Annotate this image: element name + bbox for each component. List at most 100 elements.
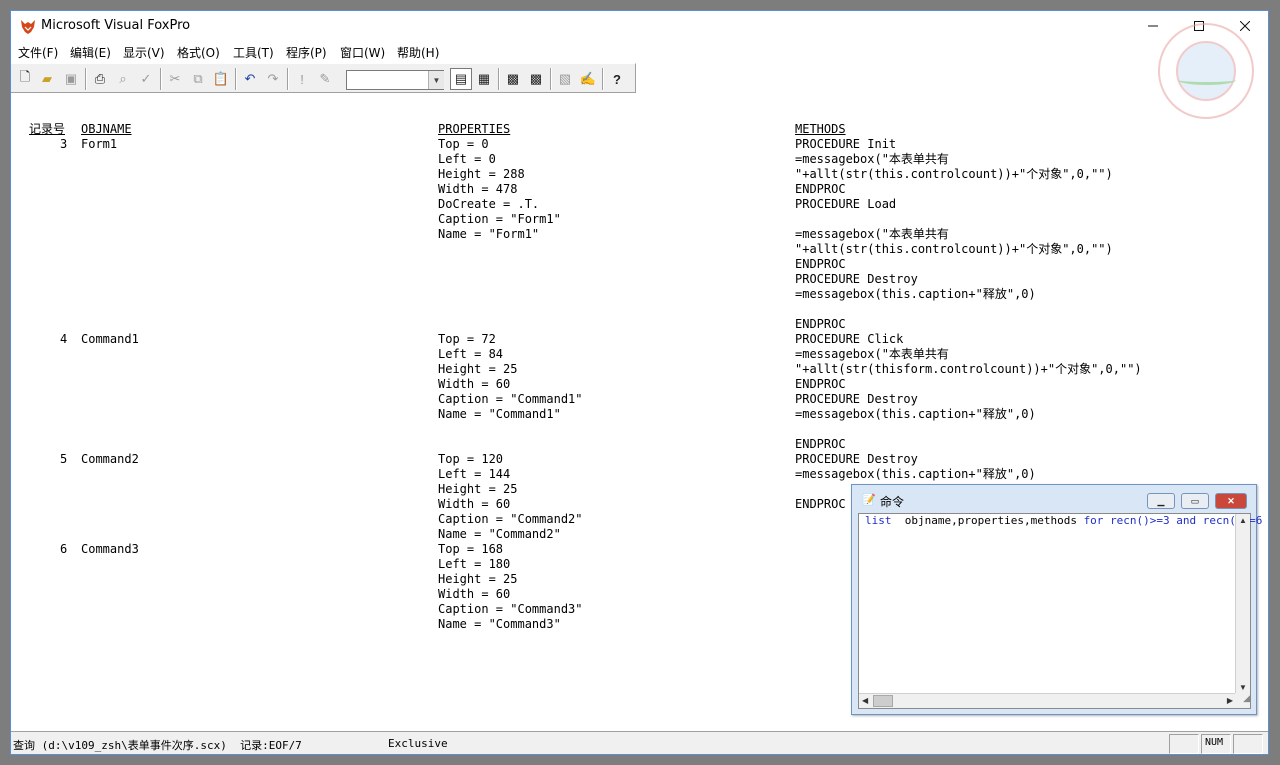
status-panel [1169,734,1199,754]
row-recno: 5 [60,452,68,466]
title-bar[interactable]: Microsoft Visual FoxPro [11,11,1268,41]
menu-format[interactable]: 格式(O) [177,44,220,61]
seal-center [1176,41,1236,101]
method-line: PROCEDURE Load [795,197,897,211]
scroll-right-icon[interactable]: ▶ [1227,696,1233,705]
window-title: Microsoft Visual FoxPro [41,18,191,33]
spell-check-button[interactable]: ✓ [135,68,157,90]
property-line: Width = 60 [438,377,511,391]
command-input[interactable]: list objname,properties,methods for recn… [858,513,1262,709]
form-wizard-button[interactable]: ▩ [502,68,524,90]
build-button[interactable]: ▧ [554,68,576,90]
toolbar-separator [550,68,552,90]
modify-form-icon: ✎ [319,71,331,86]
run-button[interactable]: ! [291,68,313,90]
minimize-icon: ▁ [1157,495,1165,506]
vertical-scrollbar[interactable]: ▲ ▼ [1235,514,1250,694]
report-wizard-button[interactable]: ▩ [525,68,547,90]
command-window-titlebar[interactable]: 📝 命令 ▁ ▭ ✕ [852,485,1256,511]
property-line: Name = "Command1" [438,407,561,421]
command-keyword: list [865,514,892,527]
resize-grip-icon[interactable]: ◢ [1235,693,1250,708]
menu-help[interactable]: 帮助(H) [397,44,439,61]
horizontal-scrollbar[interactable]: ◀ ▶ [859,693,1236,708]
method-line: "+allt(str(thisform.controlcount))+"个对象"… [795,362,1142,376]
print-button[interactable]: ⎙ [89,68,111,90]
redo-button[interactable]: ↷ [262,68,284,90]
command-close-button[interactable]: ✕ [1215,493,1247,509]
run-icon: ! [300,71,304,87]
standard-toolbar: 🗋 ▰ ▣ ⎙ ⌕ ✓ ✂ ⧉ 📋 ↶ ↷ ! ✎ ▼ ▤ ▦ ▩ ▩ ▧ ✍ … [11,63,636,93]
row-recno: 4 [60,332,68,346]
command-window-button[interactable]: ▤ [450,68,472,90]
editor-button[interactable]: ✍ [577,68,599,90]
menu-window[interactable]: 窗口(W) [340,44,385,61]
menu-file[interactable]: 文件(F) [18,44,58,61]
save-icon: ▣ [64,71,78,86]
scroll-thumb[interactable] [873,695,893,707]
chevron-down-icon[interactable]: ▼ [428,71,444,89]
undo-button[interactable]: ↶ [239,68,261,90]
editor-icon: ✍ [579,71,597,86]
data-session-button[interactable]: ▦ [473,68,495,90]
property-line: Top = 0 [438,137,489,151]
command-fields: objname,properties,methods [904,514,1077,527]
undo-icon: ↶ [244,71,256,86]
menu-tools[interactable]: 工具(T) [233,44,274,61]
property-line: Width = 478 [438,182,518,196]
open-button[interactable]: ▰ [36,68,58,90]
command-condition: recn()>=3 [1110,514,1170,527]
property-line: Height = 25 [438,482,518,496]
new-button[interactable]: 🗋 [14,68,36,90]
scroll-down-icon[interactable]: ▼ [1239,683,1247,692]
print-preview-button[interactable]: ⌕ [112,68,134,90]
scroll-up-icon[interactable]: ▲ [1239,516,1247,525]
help-icon: ? [613,71,621,87]
method-line: PROCEDURE Init [795,137,897,151]
paste-button[interactable]: 📋 [210,68,232,90]
command-text[interactable]: list objname,properties,methods for recn… [865,514,1262,528]
cut-button[interactable]: ✂ [164,68,186,90]
menu-edit[interactable]: 编辑(E) [70,44,111,61]
property-line: Top = 168 [438,542,504,556]
close-icon: ✕ [1227,495,1235,506]
property-line: Name = "Form1" [438,227,540,241]
command-window-icon: 📝 [862,494,876,506]
copy-button[interactable]: ⧉ [187,68,209,90]
command-window[interactable]: 📝 命令 ▁ ▭ ✕ list objname,properties,metho… [851,484,1262,715]
row-recno: 6 [60,542,68,556]
toolbar-separator [287,68,289,90]
command-keyword: for [1083,514,1104,527]
method-line: ENDPROC [795,317,846,331]
minimize-icon [1148,25,1158,27]
command-condition: recn()<=6 [1202,514,1263,527]
save-button[interactable]: ▣ [60,68,82,90]
header-methods: METHODS [795,122,846,136]
status-num: NUM [1205,737,1224,748]
font-combo[interactable]: ▼ [346,70,444,90]
foxpro-logo-icon [21,20,35,34]
method-line: PROCEDURE Destroy [795,452,918,466]
row-recno: 3 [60,137,68,151]
menu-view[interactable]: 显示(V) [123,44,165,61]
menu-bar: 文件(F) 编辑(E) 显示(V) 格式(O) 工具(T) 程序(P) 窗口(W… [11,41,1268,61]
property-line: Left = 180 [438,557,511,571]
help-button[interactable]: ? [606,68,628,90]
method-line: =messagebox(this.caption+"释放",0) [795,467,1036,481]
build-icon: ▧ [558,71,572,86]
scroll-left-icon[interactable]: ◀ [862,696,868,705]
spell-check-icon: ✓ [140,71,152,86]
row-objname: Command1 [81,332,139,346]
command-restore-button[interactable]: ▭ [1181,493,1209,509]
property-line: Left = 84 [438,347,504,361]
menu-program[interactable]: 程序(P) [286,44,327,61]
method-line: ENDPROC [795,182,846,196]
command-minimize-button[interactable]: ▁ [1147,493,1175,509]
minimize-button[interactable] [1130,11,1176,41]
row-objname: Form1 [81,137,118,151]
property-line: DoCreate = .T. [438,197,540,211]
row-objname: Command3 [81,542,139,556]
property-line: Caption = "Form1" [438,212,561,226]
status-text: 查询 (d:\v109_zsh\表单事件次序.scx) 记录:EOF/7 [13,739,302,752]
modify-form-button[interactable]: ✎ [314,68,336,90]
